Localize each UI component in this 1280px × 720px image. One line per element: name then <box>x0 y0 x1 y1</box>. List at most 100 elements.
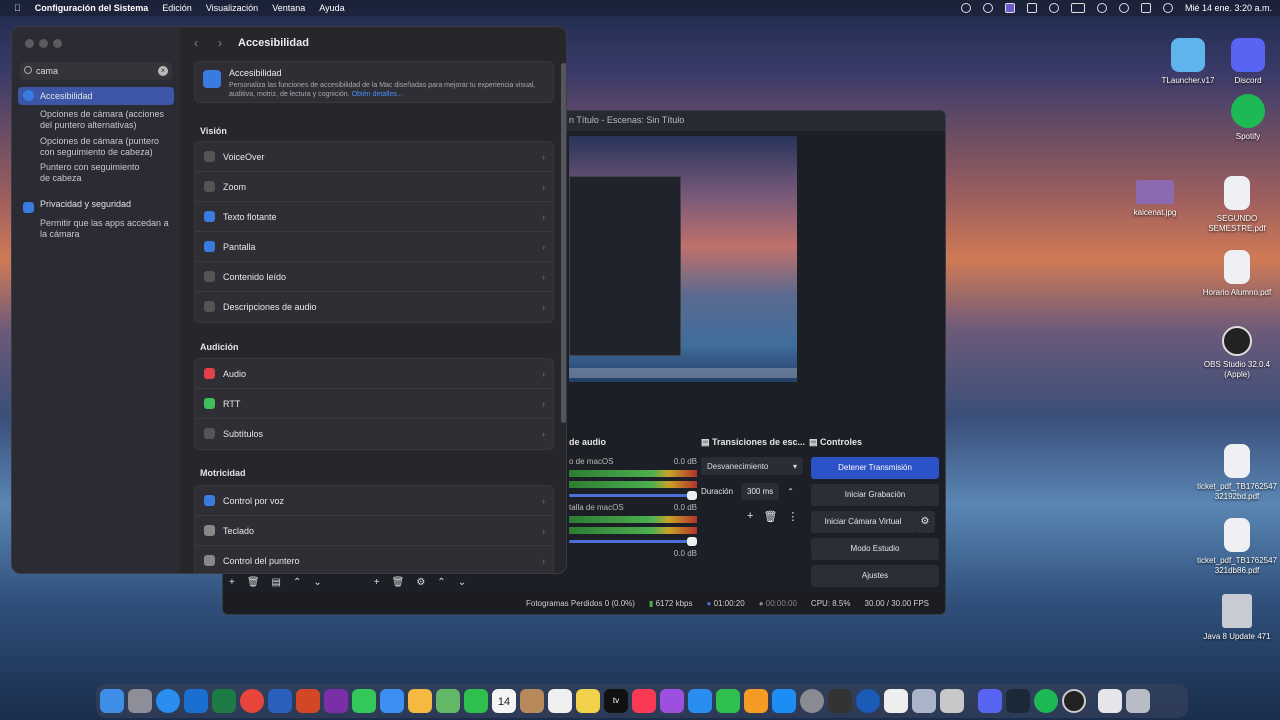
volume-slider[interactable] <box>569 491 697 500</box>
trash-icon[interactable] <box>1126 689 1150 713</box>
steam-icon[interactable] <box>1006 689 1030 713</box>
sidebar-sub-camera-apps[interactable]: Permitir que las apps accedan a la cámar… <box>40 218 172 240</box>
add-icon[interactable]: + <box>747 510 753 523</box>
row-rtt[interactable]: RTT › <box>195 389 553 419</box>
learn-more-link[interactable]: Obtén detalles... <box>352 91 403 98</box>
mail-icon[interactable] <box>380 689 404 713</box>
desktop-icon-discord[interactable]: Discord <box>1203 38 1280 86</box>
screen-share-icon[interactable] <box>1004 3 1015 13</box>
launchpad-icon[interactable] <box>128 689 152 713</box>
slider-handle[interactable] <box>687 537 697 546</box>
desktop-icon-segundo[interactable]: SEGUNDO SEMESTRE.pdf <box>1192 176 1280 234</box>
maps-icon[interactable] <box>436 689 460 713</box>
menu-view[interactable]: Visualización <box>206 3 258 13</box>
music-icon[interactable] <box>632 689 656 713</box>
textedit-icon[interactable] <box>884 689 908 713</box>
start-virtual-camera-button[interactable]: Iniciar Cámara Virtual <box>811 511 915 533</box>
record-icon[interactable] <box>982 3 993 13</box>
menu-help[interactable]: Ayuda <box>319 3 344 13</box>
obs-preview[interactable] <box>569 136 797 382</box>
discord-icon[interactable] <box>978 689 1002 713</box>
desktop-icon-ticket2[interactable]: ticket_pdf_TB1762547321db86.pdf <box>1192 518 1280 576</box>
forward-button[interactable]: › <box>218 36 222 50</box>
siri-icon[interactable] <box>1162 3 1173 13</box>
battery-icon[interactable] <box>1070 3 1085 13</box>
transition-select[interactable]: Desvanecimiento ▾ <box>701 457 803 475</box>
volume-slider[interactable] <box>569 537 697 546</box>
scrollbar[interactable] <box>561 63 566 423</box>
desktop-icon-ticket1[interactable]: ticket_pdf_TB176254732192bd.pdf <box>1192 444 1280 502</box>
search-input[interactable]: cama × <box>20 62 172 80</box>
obs-icon[interactable] <box>1062 689 1086 713</box>
stepper-icon[interactable]: ⌃ <box>787 487 794 496</box>
apple-menu-icon[interactable]:  <box>14 3 21 13</box>
safari-icon[interactable] <box>156 689 180 713</box>
calendar-icon[interactable]: 14 <box>492 689 516 713</box>
excel-icon[interactable] <box>212 689 236 713</box>
duration-input[interactable]: 300 ms <box>741 483 780 500</box>
powerpoint-icon[interactable] <box>296 689 320 713</box>
finder-icon[interactable] <box>100 689 124 713</box>
row-voiceover[interactable]: VoiceOver › <box>195 142 553 172</box>
row-zoom[interactable]: Zoom › <box>195 172 553 202</box>
back-button[interactable]: ‹ <box>194 36 198 50</box>
slider-handle[interactable] <box>687 491 697 500</box>
chrome-icon[interactable] <box>240 689 264 713</box>
row-captions[interactable]: Subtítulos › <box>195 419 553 449</box>
sidebar-sub-camera-options-2[interactable]: Opciones de cámara (puntero con seguimie… <box>40 136 172 158</box>
row-display[interactable]: Pantalla › <box>195 232 553 262</box>
sidebar-item-accessibility[interactable]: Accesibilidad <box>18 87 174 105</box>
window-icon[interactable] <box>1026 3 1037 13</box>
desktop-icon-spotify[interactable]: Spotify <box>1203 94 1280 142</box>
keynote-icon[interactable] <box>688 689 712 713</box>
trash-icon[interactable]: 🗑 <box>763 510 777 523</box>
menu-edit[interactable]: Edición <box>162 3 192 13</box>
start-recording-button[interactable]: Iniciar Grabación <box>811 484 939 506</box>
quicktime-icon[interactable] <box>856 689 880 713</box>
row-keyboard[interactable]: Teclado › <box>195 516 553 546</box>
sidebar-sub-camera-options-1[interactable]: Opciones de cámara (acciones del puntero… <box>40 109 172 131</box>
row-pointer-control[interactable]: Control del puntero › <box>195 546 553 573</box>
photos-icon[interactable] <box>408 689 432 713</box>
preview-icon[interactable] <box>912 689 936 713</box>
messages-icon[interactable] <box>352 689 376 713</box>
outlook-icon[interactable] <box>184 689 208 713</box>
numbers-icon[interactable] <box>716 689 740 713</box>
sidebar-sub-head-pointer[interactable]: Puntero con seguimiento de cabeza <box>40 162 150 184</box>
app-store-icon[interactable] <box>772 689 796 713</box>
podcasts-icon[interactable] <box>660 689 684 713</box>
menu-app-name[interactable]: Configuración del Sistema <box>35 3 149 13</box>
utility-icon[interactable] <box>940 689 964 713</box>
stop-stream-button[interactable]: Detener Transmisión <box>811 457 939 479</box>
desktop-icon-obs[interactable]: OBS Studio 32.0.4 (Apple) <box>1192 326 1280 380</box>
clear-search-icon[interactable]: × <box>158 66 168 76</box>
pages-icon[interactable] <box>744 689 768 713</box>
system-settings-icon[interactable] <box>800 689 824 713</box>
row-audio[interactable]: Audio › <box>195 359 553 389</box>
reminders-icon[interactable] <box>548 689 572 713</box>
search-icon[interactable] <box>1096 3 1107 13</box>
contacts-icon[interactable] <box>520 689 544 713</box>
desktop-icon-horario[interactable]: Horario Alumno.pdf <box>1192 250 1280 298</box>
system-settings-window[interactable]: cama × Accesibilidad Opciones de cámara … <box>11 26 567 574</box>
gear-icon[interactable]: ⚙ <box>915 511 935 533</box>
close-window-button[interactable] <box>25 39 34 48</box>
row-voice-control[interactable]: Control por voz › <box>195 486 553 516</box>
word-icon[interactable] <box>268 689 292 713</box>
downloads-icon[interactable] <box>1098 689 1122 713</box>
more-icon[interactable]: ⋮ <box>787 510 798 523</box>
settings-button[interactable]: Ajustes <box>811 565 939 587</box>
menu-window[interactable]: Ventana <box>272 3 305 13</box>
notes-icon[interactable] <box>576 689 600 713</box>
row-hover-text[interactable]: Texto flotante › <box>195 202 553 232</box>
desktop-icon-java[interactable]: Java 8 Update 471 <box>1192 594 1280 642</box>
studio-mode-button[interactable]: Modo Estudio <box>811 538 939 560</box>
clock[interactable]: Mié 14 ene. 3:20 a.m. <box>1185 3 1272 13</box>
play-icon[interactable] <box>1048 3 1059 13</box>
apple-tv-icon[interactable]: tv <box>604 689 628 713</box>
onenote-icon[interactable] <box>324 689 348 713</box>
status-icon[interactable] <box>960 3 971 13</box>
spotify-icon[interactable] <box>1034 689 1058 713</box>
row-spoken-content[interactable]: Contenido leído › <box>195 262 553 292</box>
minimize-window-button[interactable] <box>39 39 48 48</box>
